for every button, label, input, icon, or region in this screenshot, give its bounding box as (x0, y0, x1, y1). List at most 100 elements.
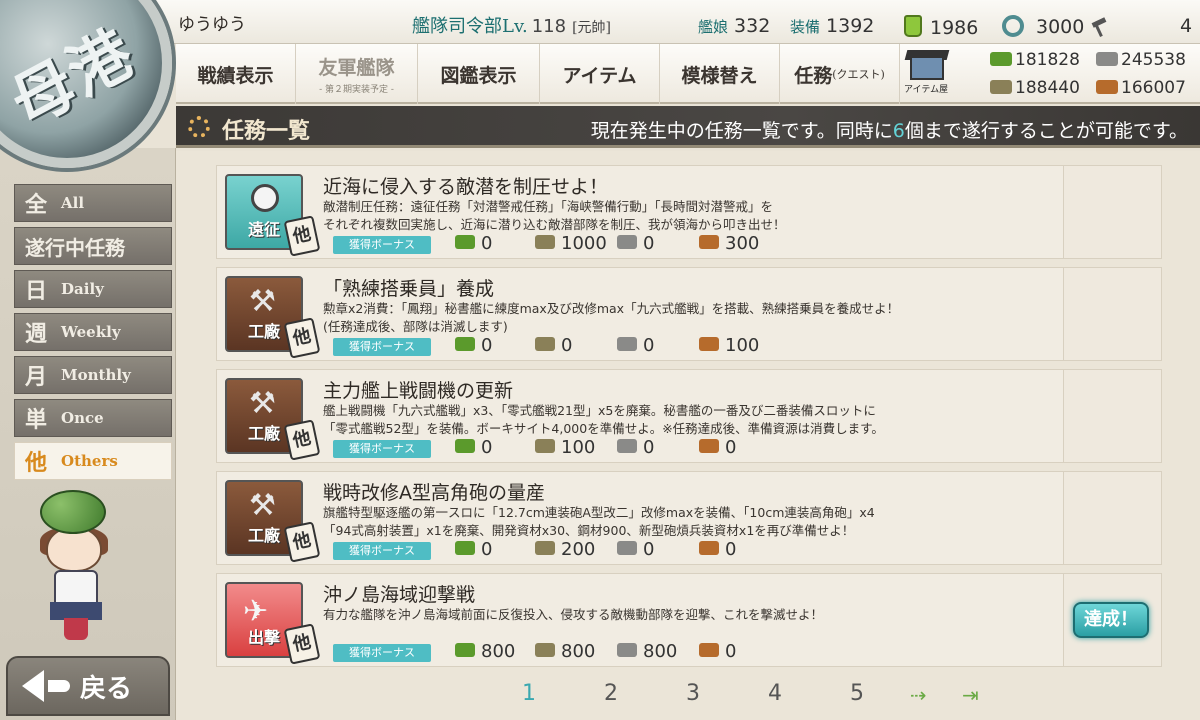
reward-ammo-value: 800 (561, 641, 596, 662)
quest-type-badge: 他 (283, 521, 321, 563)
reward-ammo-value: 200 (561, 539, 596, 560)
equip-count: 装備 1392 (790, 15, 874, 37)
reward-steel: 0 (617, 437, 654, 458)
fuel-icon (990, 52, 1012, 66)
reward-fuel-value: 0 (481, 233, 493, 254)
quest-description-line: 艦上戦闘機「九六式艦戦」x3、「零式艦戦21型」x5を廃棄。秘書艦の一番及び二番… (323, 403, 876, 418)
last-page-icon[interactable]: ⇥ (962, 683, 979, 707)
quest-status-cell (1063, 370, 1161, 462)
bauxite-icon (699, 337, 719, 351)
fuel-icon (455, 337, 475, 351)
reward-steel-value: 0 (643, 539, 655, 560)
nav-furniture-label: 模様替え (681, 64, 758, 87)
secretary-ship-chibi (30, 490, 140, 640)
reward-fuel: 0 (455, 437, 492, 458)
tab-in-progress-kanji: 遂行中任務 (25, 235, 125, 260)
bonus-label: 獲得ボーナス (333, 236, 431, 254)
reward-fuel: 0 (455, 335, 492, 356)
ammo-icon (535, 643, 555, 657)
back-arrow-icon (22, 670, 44, 702)
reward-fuel-value: 0 (481, 539, 493, 560)
steel-icon (617, 439, 637, 453)
tab-daily[interactable]: 日 Daily (14, 270, 172, 308)
resource-ammo-value: 188440 (1015, 78, 1080, 98)
hq-level: 艦隊司令部Lv. 118 [元帥] (412, 12, 611, 38)
steel-icon (617, 235, 637, 249)
hq-level-value: 118 (531, 16, 567, 37)
bucket-icon (904, 15, 922, 37)
quest-description: 勲章x2消費：「鳳翔」秘書艦に練度max及び改修max「九六式艦戦」を搭載、熟練… (323, 300, 1043, 336)
steel-icon (617, 643, 637, 657)
quest-row[interactable]: ⚒ 工廠 他 主力艦上戦闘機の更新 艦上戦闘機「九六式艦戦」x3、「零式艦戦21… (216, 369, 1162, 463)
reward-steel-value: 0 (643, 437, 655, 458)
achieved-badge[interactable]: 達成！ (1073, 602, 1149, 638)
quest-description-line: それぞれ複数回実施し、近海に潜り込む敵潜部隊を制圧、我が領海から叩き出せ！ (323, 217, 786, 232)
quest-list: 遠征 他 近海に侵入する敵潜を制圧せよ！ 敵潜制圧任務：遠征任務「対潜警戒任務」… (176, 151, 1200, 720)
bauxite-icon (699, 541, 719, 555)
fuel-icon (455, 235, 475, 249)
ammo-icon (535, 541, 555, 555)
ammo-icon (535, 337, 555, 351)
reward-fuel: 0 (455, 233, 492, 254)
equip-count-value: 1392 (826, 15, 875, 37)
emblem-text: 母港 (0, 15, 147, 141)
tab-weekly-kanji: 週 (25, 321, 48, 347)
resource-steel: 245538 (1096, 50, 1186, 70)
reward-fuel-value: 800 (481, 641, 516, 662)
tab-in-progress[interactable]: 遂行中任務 (14, 227, 172, 265)
quest-row[interactable]: ⚒ 工廠 他 「熟練搭乗員」養成 勲章x2消費：「鳳翔」秘書艦に練度max及び改… (216, 267, 1162, 361)
reward-ammo: 800 (535, 641, 595, 662)
tab-monthly-kanji: 月 (25, 364, 48, 390)
quest-description-line: 「94式高射装置」x1を廃棄、開発資材x30、鋼材900、新型砲熕兵装資材x1を… (323, 523, 855, 538)
home-port-emblem[interactable]: 母港 (0, 0, 172, 168)
reward-bauxite: 0 (699, 641, 736, 662)
reward-ammo: 0 (535, 335, 572, 356)
reward-steel: 0 (617, 335, 654, 356)
tab-once-kanji: 単 (25, 407, 48, 433)
ship-count: 艦娘 332 (698, 15, 770, 37)
page-2[interactable]: 2 (604, 681, 618, 706)
quest-description: 艦上戦闘機「九六式艦戦」x3、「零式艦戦21型」x5を廃棄。秘書艦の一番及び二番… (323, 402, 1043, 438)
quest-list-titlebar: 任務一覧 現在発生中の任務一覧です。同時に6個まで遂行することが可能です。 (176, 106, 1200, 148)
page-title: 任務一覧 (222, 118, 311, 144)
bauxite-icon (699, 235, 719, 249)
tab-others-en: Others (61, 452, 118, 470)
tab-once-en: Once (61, 409, 104, 427)
tab-once[interactable]: 単 Once (14, 399, 172, 437)
quest-row[interactable]: 遠征 他 近海に侵入する敵潜を制圧せよ！ 敵潜制圧任務：遠征任務「対潜警戒任務」… (216, 165, 1162, 259)
quest-row[interactable]: ⚒ 工廠 他 戦時改修A型高角砲の量産 旗艦特型駆逐艦の第一スロに「12.7cm… (216, 471, 1162, 565)
nav-encyclopedia[interactable]: 図鑑表示 (418, 44, 540, 104)
nav-quests[interactable]: 任務 (クエスト) (780, 44, 900, 104)
reward-ammo: 1000 (535, 233, 607, 254)
quest-row[interactable]: ✈ 出撃 他 沖ノ島海域迎撃戦 有力な艦隊を沖ノ島海域前面に反復投入、侵攻する敵… (216, 573, 1162, 667)
tab-others[interactable]: 他 Others (14, 442, 172, 480)
page-1[interactable]: 1 (522, 681, 536, 706)
fuel-icon (455, 439, 475, 453)
nav-items[interactable]: アイテム (540, 44, 660, 104)
quest-description-line: 敵潜制圧任務：遠征任務「対潜警戒任務」「海峡警備行動」「長時間対潜警戒」を (323, 199, 774, 214)
tab-monthly[interactable]: 月 Monthly (14, 356, 172, 394)
tab-all[interactable]: 全 All (14, 184, 172, 222)
page-4[interactable]: 4 (768, 681, 782, 706)
back-button[interactable]: 戻る (6, 656, 170, 716)
page-5[interactable]: 5 (850, 681, 864, 706)
tab-all-kanji: 全 (25, 192, 48, 218)
shop-label: アイテム屋 (904, 85, 949, 95)
item-shop-button[interactable]: アイテム屋 (904, 50, 952, 96)
quest-description-line: 旗艦特型駆逐艦の第一スロに「12.7cm連装砲A型改二」改修maxを装備、「10… (323, 505, 875, 520)
reward-bauxite: 0 (699, 539, 736, 560)
ship-count-label: 艦娘 (698, 18, 729, 36)
equip-count-label: 装備 (790, 18, 821, 36)
quest-title: 「熟練搭乗員」養成 (323, 278, 495, 300)
bauxite-icon (699, 643, 719, 657)
next-page-icon[interactable]: ⇢ (910, 683, 927, 707)
ammo-icon (535, 439, 555, 453)
quest-title: 主力艦上戦闘機の更新 (323, 380, 514, 402)
page-3[interactable]: 3 (686, 681, 700, 706)
nav-furniture[interactable]: 模様替え (660, 44, 780, 104)
nav-record[interactable]: 戦績表示 (176, 44, 296, 104)
reward-steel: 800 (617, 641, 677, 662)
tab-weekly[interactable]: 週 Weekly (14, 313, 172, 351)
rank-label: [元帥] (572, 20, 612, 36)
resource-ammo: 188440 (990, 78, 1080, 98)
